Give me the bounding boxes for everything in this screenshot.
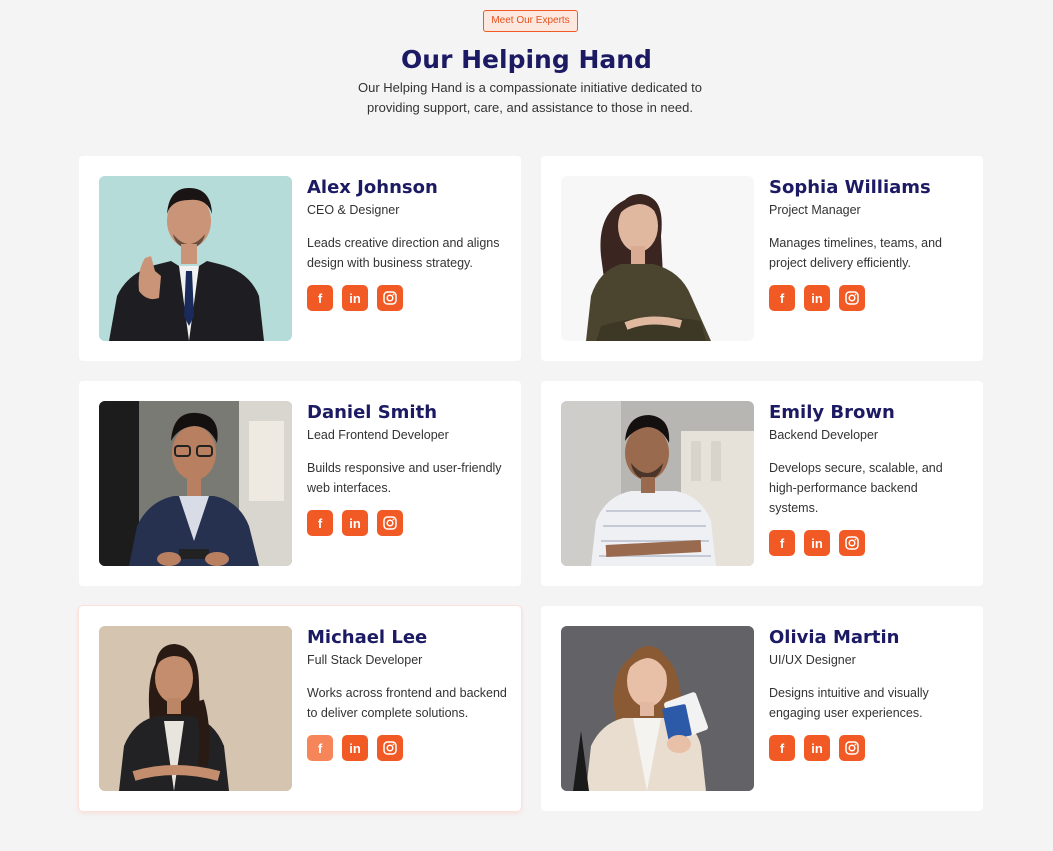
member-photo xyxy=(561,176,754,341)
member-info: Alex Johnson CEO & Designer Leads creati… xyxy=(307,176,507,311)
instagram-icon[interactable] xyxy=(377,510,403,536)
social-links: f in xyxy=(769,530,969,556)
facebook-icon[interactable]: f xyxy=(307,735,333,761)
member-name: Daniel Smith xyxy=(307,402,438,423)
social-links: f in xyxy=(307,510,507,536)
member-name: Olivia Martin xyxy=(769,627,900,648)
linkedin-icon[interactable]: in xyxy=(804,530,830,556)
linkedin-icon[interactable]: in xyxy=(342,510,368,536)
team-card: Michael Lee Full Stack Developer Works a… xyxy=(79,606,521,811)
member-photo xyxy=(561,626,754,791)
facebook-icon[interactable]: f xyxy=(769,285,795,311)
member-photo xyxy=(99,401,292,566)
member-role: CEO & Designer xyxy=(307,203,400,217)
member-description: Leads creative direction and aligns desi… xyxy=(307,236,500,270)
member-name: Sophia Williams xyxy=(769,177,931,198)
social-links: f in xyxy=(769,285,969,311)
linkedin-icon[interactable]: in xyxy=(804,735,830,761)
instagram-icon[interactable] xyxy=(839,530,865,556)
member-info: Sophia Williams Project Manager Manages … xyxy=(769,176,969,311)
member-info: Daniel Smith Lead Frontend Developer Bui… xyxy=(307,401,507,536)
facebook-icon[interactable]: f xyxy=(769,735,795,761)
member-role: Full Stack Developer xyxy=(307,653,423,667)
facebook-icon[interactable]: f xyxy=(307,285,333,311)
member-photo xyxy=(99,176,292,341)
instagram-icon[interactable] xyxy=(377,285,403,311)
member-info: Olivia Martin UI/UX Designer Designs int… xyxy=(769,626,969,761)
linkedin-icon[interactable]: in xyxy=(342,735,368,761)
member-description: Designs intuitive and visually engaging … xyxy=(769,686,929,720)
member-name: Alex Johnson xyxy=(307,177,438,198)
member-role: UI/UX Designer xyxy=(769,653,856,667)
member-role: Lead Frontend Developer xyxy=(307,428,449,442)
member-name: Emily Brown xyxy=(769,402,895,423)
section-badge: Meet Our Experts xyxy=(483,10,578,32)
social-links: f in xyxy=(769,735,969,761)
member-description: Develops secure, scalable, and high-perf… xyxy=(769,461,943,515)
linkedin-icon[interactable]: in xyxy=(342,285,368,311)
instagram-icon[interactable] xyxy=(377,735,403,761)
team-card: Olivia Martin UI/UX Designer Designs int… xyxy=(541,606,983,811)
team-card: Sophia Williams Project Manager Manages … xyxy=(541,156,983,361)
member-description: Works across frontend and backend to del… xyxy=(307,686,507,720)
member-description: Builds responsive and user-friendly web … xyxy=(307,461,502,495)
member-photo xyxy=(99,626,292,791)
team-card: Daniel Smith Lead Frontend Developer Bui… xyxy=(79,381,521,586)
facebook-icon[interactable]: f xyxy=(769,530,795,556)
member-info: Michael Lee Full Stack Developer Works a… xyxy=(307,626,507,761)
instagram-icon[interactable] xyxy=(839,285,865,311)
member-role: Backend Developer xyxy=(769,428,879,442)
linkedin-icon[interactable]: in xyxy=(804,285,830,311)
section-title: Our Helping Hand xyxy=(401,45,652,74)
facebook-icon[interactable]: f xyxy=(307,510,333,536)
team-card: Emily Brown Backend Developer Develops s… xyxy=(541,381,983,586)
social-links: f in xyxy=(307,285,507,311)
member-info: Emily Brown Backend Developer Develops s… xyxy=(769,401,969,556)
member-description: Manages timelines, teams, and project de… xyxy=(769,236,943,270)
team-card: Alex Johnson CEO & Designer Leads creati… xyxy=(79,156,521,361)
section-subtitle: Our Helping Hand is a compassionate init… xyxy=(358,80,702,115)
social-links: f in xyxy=(307,735,507,761)
member-role: Project Manager xyxy=(769,203,861,217)
member-photo xyxy=(561,401,754,566)
member-name: Michael Lee xyxy=(307,627,428,648)
instagram-icon[interactable] xyxy=(839,735,865,761)
